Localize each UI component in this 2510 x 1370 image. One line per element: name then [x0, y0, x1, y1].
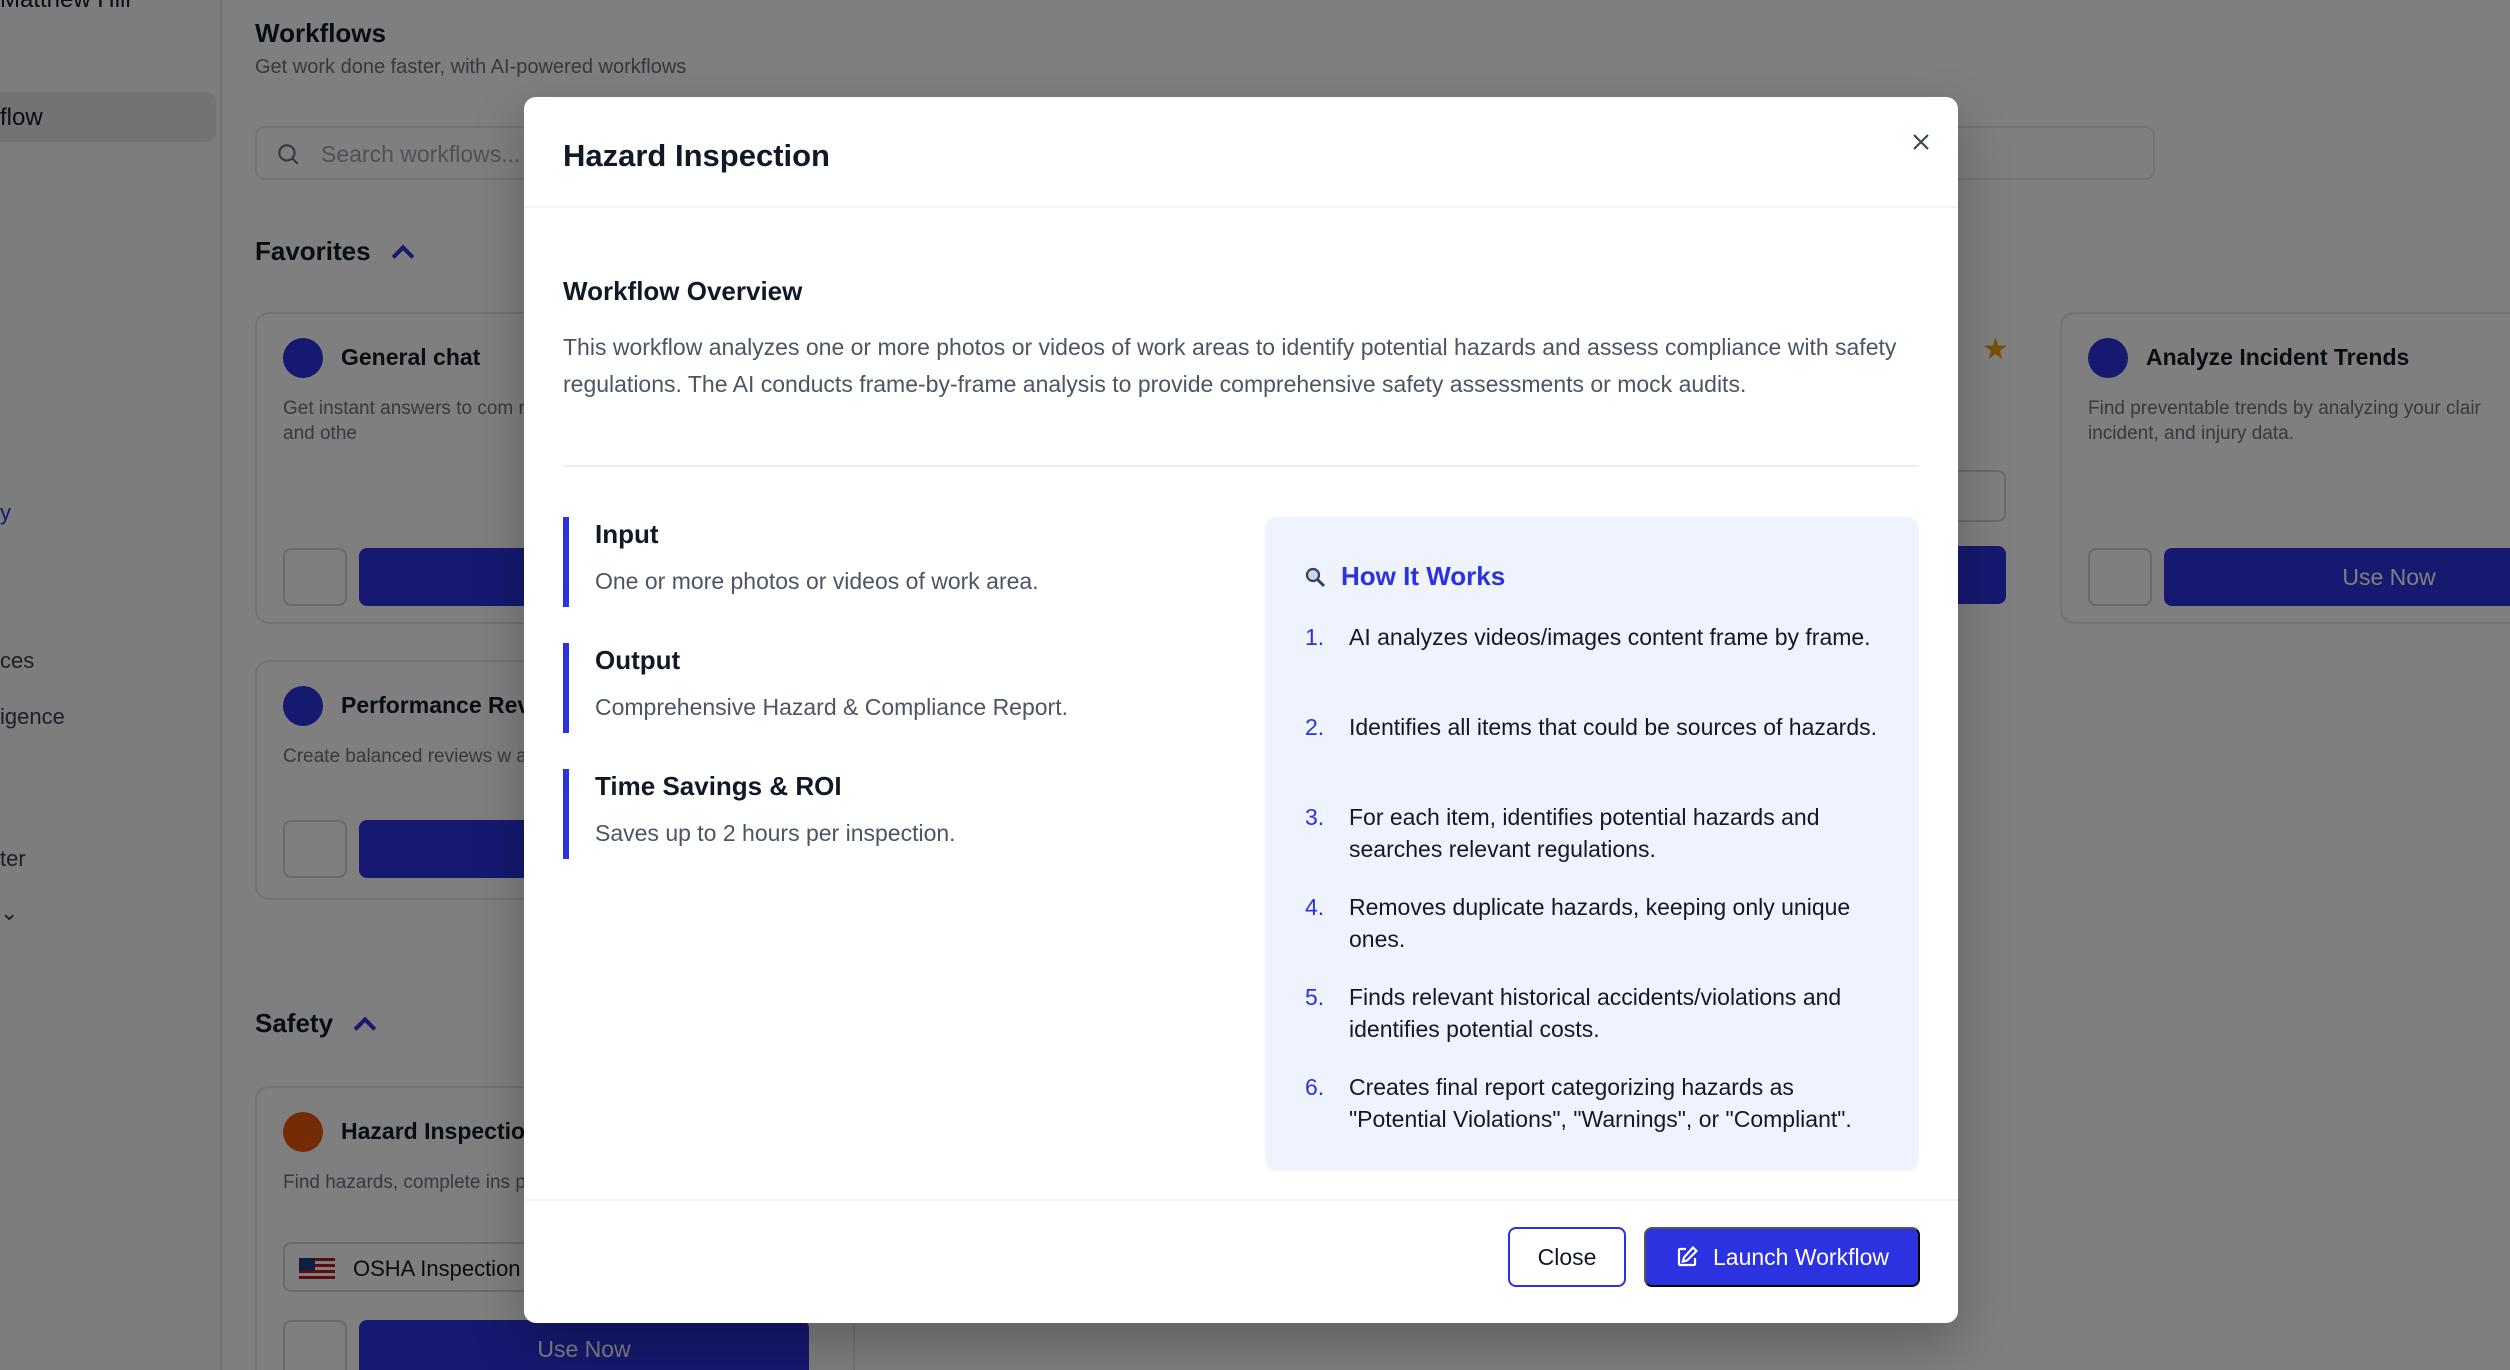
list-item: 4. Removes duplicate hazards, keeping onl…: [1305, 891, 1895, 981]
close-button[interactable]: Close: [1508, 1227, 1626, 1287]
step-text: Creates final report categorizing hazard…: [1349, 1074, 1852, 1132]
step-number: 3.: [1305, 804, 1325, 830]
how-it-works-title: How It Works: [1341, 561, 1506, 591]
how-it-works-panel: How It Works 1. AI analyzes videos/images…: [1265, 517, 1919, 1171]
list-item: 2. Identifies all items that could be sou…: [1305, 711, 1895, 801]
list-item: 6. Creates final report categorizing haza…: [1305, 1071, 1895, 1161]
modal-footer: Close Launch Workflow: [524, 1199, 1958, 1323]
step-text: AI analyzes videos/images content frame …: [1349, 624, 1871, 650]
output-block: Output Comprehensive Hazard & Compliance…: [563, 643, 1163, 733]
step-number: 4.: [1305, 894, 1325, 920]
launch-workflow-label: Launch Workflow: [1713, 1243, 1889, 1270]
how-it-works-heading: How It Works: [1303, 561, 1505, 592]
step-text: Identifies all items that could be sourc…: [1349, 714, 1878, 740]
step-number: 2.: [1305, 714, 1325, 740]
output-label: Output: [595, 645, 681, 675]
workflow-modal: Hazard Inspection Workflow Overview This…: [524, 97, 1958, 1323]
roi-block: Time Savings & ROI Saves up to 2 hours p…: [563, 769, 1163, 859]
step-text: Removes duplicate hazards, keeping only …: [1349, 894, 1851, 952]
launch-workflow-button[interactable]: Launch Workflow: [1644, 1227, 1920, 1287]
step-number: 5.: [1305, 984, 1325, 1010]
magnifier-icon: [1305, 567, 1326, 587]
edit-icon: [1677, 1245, 1699, 1267]
divider: [563, 465, 1919, 467]
overview-heading: Workflow Overview: [563, 276, 803, 306]
how-it-works-list: 1. AI analyzes videos/images content fram…: [1305, 621, 1895, 1161]
step-number: 1.: [1305, 624, 1325, 650]
input-label: Input: [595, 519, 659, 549]
modal-title: Hazard Inspection: [563, 138, 830, 173]
roi-label: Time Savings & ROI: [595, 771, 842, 801]
step-text: For each item, identifies potential haza…: [1349, 804, 1820, 862]
roi-value: Saves up to 2 hours per inspection.: [595, 820, 956, 846]
close-icon[interactable]: [1904, 125, 1938, 159]
input-value: One or more photos or videos of work are…: [595, 568, 1039, 594]
list-item: 3. For each item, identifies potential ha…: [1305, 801, 1895, 891]
overview-text: This workflow analyzes one or more photo…: [563, 334, 1897, 397]
step-text: Finds relevant historical accidents/viol…: [1349, 984, 1842, 1042]
list-item: 5. Finds relevant historical accidents/vi…: [1305, 981, 1895, 1071]
step-number: 6.: [1305, 1074, 1325, 1100]
modal-header: Hazard Inspection: [524, 97, 1958, 208]
input-block: Input One or more photos or videos of wo…: [563, 517, 1163, 607]
list-item: 1. AI analyzes videos/images content fram…: [1305, 621, 1895, 711]
output-value: Comprehensive Hazard & Compliance Report…: [595, 694, 1068, 720]
